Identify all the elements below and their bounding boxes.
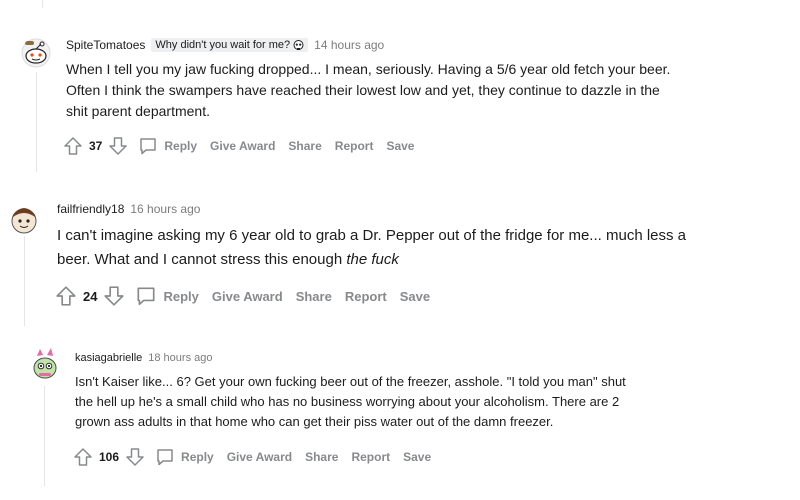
report-button[interactable]: Report — [351, 450, 390, 464]
thread-line[interactable] — [36, 72, 37, 172]
save-button[interactable]: Save — [386, 139, 414, 153]
reply-button[interactable]: Reply — [135, 285, 199, 307]
vote-count: 106 — [99, 450, 120, 464]
upvote-icon[interactable] — [73, 447, 93, 467]
username[interactable]: failfriendly18 — [57, 202, 124, 216]
reply-button[interactable]: Reply — [155, 447, 214, 467]
reply-label: Reply — [163, 288, 199, 304]
comment-bubble-icon — [138, 136, 158, 156]
avatar[interactable] — [21, 38, 51, 68]
report-button[interactable]: Report — [345, 289, 387, 304]
comment-actions: 24 Reply Give Award Share Report Save — [55, 285, 443, 307]
reply-button[interactable]: Reply — [138, 136, 197, 156]
comment-line: beer. What and I cannot stress this enou… — [57, 248, 686, 272]
upvote-icon[interactable] — [63, 136, 83, 156]
comment-bubble-icon — [135, 285, 157, 307]
downvote-icon[interactable] — [108, 136, 128, 156]
thread-line[interactable] — [42, 0, 43, 8]
comment-line: When I tell you my jaw fucking dropped..… — [66, 61, 671, 77]
comment-line: shit parent department. — [66, 103, 210, 119]
save-button[interactable]: Save — [400, 289, 430, 304]
comment-body: Isn't Kaiser like... 6? Get your own fuc… — [75, 372, 626, 432]
give-award-button[interactable]: Give Award — [227, 450, 292, 464]
comment-line: Isn't Kaiser like... 6? Get your own fuc… — [75, 374, 626, 389]
downvote-icon[interactable] — [125, 447, 145, 467]
emphasized-text: the fuck — [346, 251, 399, 268]
comment-line: grown ass adults in that home who can ge… — [75, 414, 554, 429]
timestamp[interactable]: 16 hours ago — [130, 202, 200, 216]
flair-text: Why didn't you wait for me? — [155, 39, 291, 51]
report-button[interactable]: Report — [335, 139, 374, 153]
share-button[interactable]: Share — [305, 450, 338, 464]
thread-line[interactable] — [24, 236, 25, 326]
comment-actions: 106 Reply Give Award Share Report Save — [73, 447, 444, 467]
upvote-icon[interactable] — [55, 285, 77, 307]
username[interactable]: SpiteTomatoes — [66, 38, 145, 52]
comment-actions: 37 Reply Give Award Share Report Save — [63, 136, 427, 156]
comment-body: I can't imagine asking my 6 year old to … — [57, 224, 686, 272]
comment-line: Often I think the swampers have reached … — [66, 82, 660, 98]
user-flair: Why didn't you wait for me? — [151, 38, 309, 52]
share-button[interactable]: Share — [288, 139, 321, 153]
skull-icon — [293, 39, 304, 51]
downvote-icon[interactable] — [103, 285, 125, 307]
vote-count: 37 — [89, 139, 103, 153]
give-award-button[interactable]: Give Award — [212, 289, 283, 304]
comment-bubble-icon — [155, 447, 175, 467]
comment-body: When I tell you my jaw fucking dropped..… — [66, 59, 670, 122]
avatar[interactable] — [30, 346, 60, 382]
save-button[interactable]: Save — [403, 450, 431, 464]
timestamp[interactable]: 18 hours ago — [148, 352, 212, 364]
reply-label: Reply — [164, 139, 198, 153]
share-button[interactable]: Share — [296, 289, 332, 304]
avatar[interactable] — [8, 203, 40, 235]
username[interactable]: kasiagabrielle — [75, 352, 142, 364]
give-award-button[interactable]: Give Award — [210, 139, 275, 153]
comment-line: I can't imagine asking my 6 year old to … — [57, 227, 687, 244]
thread-line[interactable] — [44, 386, 45, 486]
vote-count: 24 — [83, 288, 98, 304]
timestamp[interactable]: 14 hours ago — [314, 38, 384, 52]
comment-line: the hell up he's a small child who has n… — [75, 394, 620, 409]
reply-label: Reply — [181, 450, 214, 464]
comment-text: beer. What and I cannot stress this enou… — [57, 251, 347, 268]
